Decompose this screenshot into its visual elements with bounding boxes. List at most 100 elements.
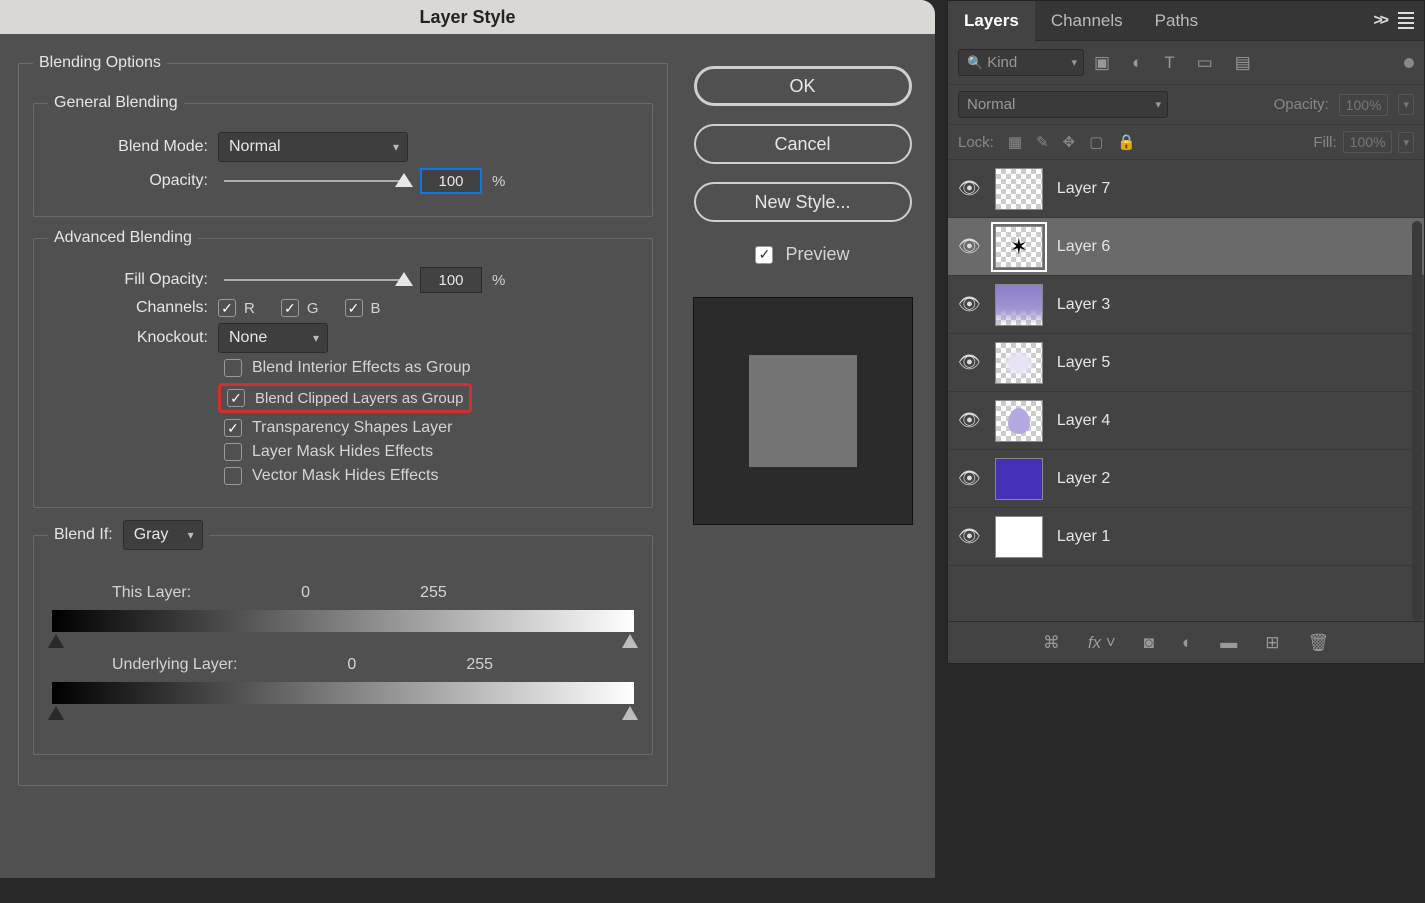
layer-name: Layer 5 [1057,354,1110,372]
underlying-gradient[interactable] [52,682,634,704]
layer-thumbnail[interactable] [995,284,1043,326]
opacity-chevron-icon[interactable]: ▾ [1398,94,1414,115]
channel-r-checkbox[interactable] [218,299,236,317]
kind-filter-select[interactable]: 🔍 Kind ▾ [958,49,1084,76]
transparency-shapes-label: Transparency Shapes Layer [252,419,452,437]
lock-artboard-icon[interactable]: ▢ [1089,133,1103,151]
blend-mode-select[interactable]: Normal ▾ [218,132,408,162]
fill-opacity-slider[interactable] [224,279,404,281]
blend-mode-panel-select[interactable]: Normal ▾ [958,91,1168,118]
blend-if-select[interactable]: Gray ▾ [123,520,203,550]
lock-transparency-icon[interactable]: ▦ [1008,133,1022,151]
preview-checkbox[interactable] [755,246,773,264]
layer-thumbnail[interactable] [995,168,1043,210]
layer-item[interactable]: 👁 Layer 4 [948,392,1424,450]
layer-item[interactable]: 👁 Layer 1 [948,508,1424,566]
adjustment-icon[interactable]: ◐ [1182,633,1192,653]
lock-label: Lock: [958,134,994,151]
layer-thumbnail[interactable]: ✶ [995,226,1043,268]
image-filter-icon[interactable]: ▣ [1094,53,1110,73]
layer-name: Layer 4 [1057,412,1110,430]
channel-b-checkbox[interactable] [345,299,363,317]
advanced-blending-label: Advanced Blending [48,229,198,247]
link-layers-icon[interactable]: ⌘ [1043,633,1060,653]
panel-scrollbar[interactable] [1412,221,1422,621]
opacity-input[interactable] [420,168,482,194]
new-style-button[interactable]: New Style... [694,182,912,222]
visibility-icon[interactable]: 👁 [958,468,981,489]
gradient-handle-white[interactable] [622,634,638,648]
lock-position-icon[interactable]: ✥ [1063,133,1076,151]
panel-menu-icon[interactable] [1398,12,1414,29]
fill-opacity-input[interactable] [420,267,482,293]
tab-paths[interactable]: Paths [1139,1,1214,41]
new-layer-icon[interactable]: ⊞ [1265,633,1279,653]
visibility-icon[interactable]: 👁 [958,526,981,547]
chevron-down-icon: ▾ [313,331,319,345]
blend-clipped-checkbox[interactable] [227,389,245,407]
channel-g-checkbox[interactable] [281,299,299,317]
slider-thumb-icon[interactable] [395,173,413,187]
layer-thumbnail[interactable] [995,400,1043,442]
this-layer-high: 255 [420,584,447,602]
layer-name: Layer 1 [1057,528,1110,546]
cancel-button[interactable]: Cancel [694,124,912,164]
blending-options-group: Blending Options General Blending Blend … [18,54,668,786]
tab-channels[interactable]: Channels [1035,1,1139,41]
layer-thumbnail[interactable] [995,342,1043,384]
layer-thumbnail[interactable] [995,516,1043,558]
dialog-title: Layer Style [0,0,935,34]
underlying-high: 255 [466,656,493,674]
gradient-handle-white[interactable] [622,706,638,720]
filter-toggle-icon[interactable] [1404,58,1414,68]
vector-mask-checkbox[interactable] [224,467,242,485]
lock-brush-icon[interactable]: ✎ [1036,133,1049,151]
gradient-handle-black[interactable] [48,706,64,720]
fill-chevron-icon[interactable]: ▾ [1398,132,1414,153]
layer-mask-checkbox[interactable] [224,443,242,461]
transparency-shapes-checkbox[interactable] [224,419,242,437]
layer-item[interactable]: 👁Layer 3 [948,276,1424,334]
mask-icon[interactable]: ◙ [1144,633,1154,653]
adjustment-filter-icon[interactable]: ◐ [1132,53,1142,73]
opacity-label: Opacity: [48,172,208,190]
blend-clipped-label: Blend Clipped Layers as Group [255,390,463,407]
collapse-icon[interactable]: >> [1373,12,1386,30]
blend-interior-checkbox[interactable] [224,359,242,377]
smartobject-filter-icon[interactable]: ▤ [1235,53,1251,73]
this-layer-gradient[interactable] [52,610,634,632]
visibility-icon[interactable]: 👁 [958,178,981,199]
visibility-icon[interactable]: 👁 [958,352,981,373]
layer-thumbnail[interactable] [995,458,1043,500]
underlying-layer-label: Underlying Layer: [112,656,237,674]
chevron-down-icon: ▾ [1155,98,1161,111]
fx-icon[interactable]: fx ˅ [1088,633,1116,653]
layer-item[interactable]: 👁✶Layer 6 [948,218,1424,276]
trash-icon[interactable]: 🗑 [1308,633,1330,653]
visibility-icon[interactable]: 👁 [958,294,981,315]
preview-inner [749,355,857,467]
panel-fill-input[interactable]: 100% [1343,131,1393,153]
panel-opacity-input[interactable]: 100% [1339,94,1389,116]
preview-label: Preview [785,244,849,265]
blend-if-value: Gray [134,526,169,544]
shape-filter-icon[interactable]: ▭ [1197,53,1213,73]
visibility-icon[interactable]: 👁 [958,236,981,257]
blend-mode-label: Blend Mode: [48,138,208,156]
lock-all-icon[interactable]: 🔒 [1117,133,1136,151]
group-icon[interactable]: ▬ [1220,633,1237,653]
layer-item[interactable]: 👁 Layer 5 [948,334,1424,392]
visibility-icon[interactable]: 👁 [958,410,981,431]
panel-fill-label: Fill: [1313,134,1336,151]
layer-item[interactable]: 👁Layer 2 [948,450,1424,508]
layer-item[interactable]: 👁Layer 7 [948,160,1424,218]
chevron-down-icon: ▾ [1071,56,1077,69]
kind-label: Kind [987,54,1017,71]
type-filter-icon[interactable]: T [1164,53,1174,73]
knockout-select[interactable]: None ▾ [218,323,328,353]
gradient-handle-black[interactable] [48,634,64,648]
opacity-slider[interactable] [224,180,404,182]
slider-thumb-icon[interactable] [395,272,413,286]
ok-button[interactable]: OK [694,66,912,106]
tab-layers[interactable]: Layers [948,1,1035,41]
